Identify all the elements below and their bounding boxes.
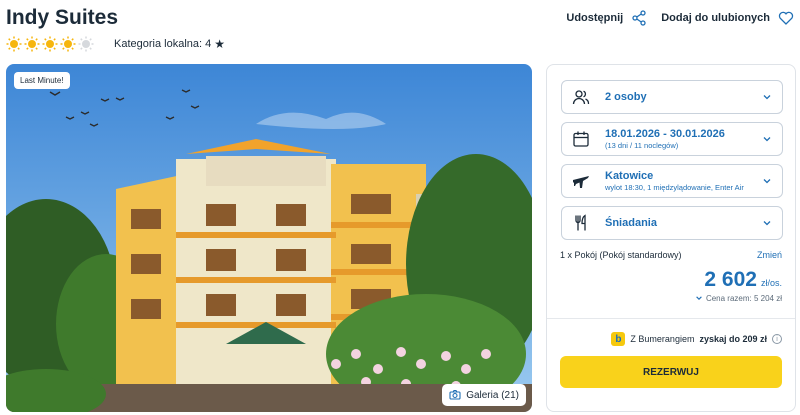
dates-value: 18.01.2026 - 30.01.2026 bbox=[605, 128, 725, 140]
star-icon: ★ bbox=[214, 37, 225, 51]
hotel-name: Indy Suites bbox=[6, 6, 119, 29]
divider bbox=[547, 318, 795, 319]
gallery-button[interactable]: Galeria (21) bbox=[442, 384, 526, 406]
dates-duration: (13 dni / 11 noclegów) bbox=[605, 141, 679, 150]
price-unit: zł/os. bbox=[760, 278, 782, 288]
travelers-value: 2 osoby bbox=[605, 91, 647, 103]
board-value: Śniadania bbox=[605, 217, 657, 229]
heart-icon bbox=[778, 11, 794, 25]
sun-icon bbox=[6, 36, 22, 52]
share-icon bbox=[632, 10, 646, 26]
hotel-building-image bbox=[6, 64, 532, 412]
bumerang-amount: zyskaj do 209 zł bbox=[699, 334, 767, 344]
bumerang-promo: b Z Bumerangiem zyskaj do 209 zł i bbox=[611, 332, 782, 346]
sun-icon bbox=[24, 36, 40, 52]
favorite-label: Dodaj do ulubionych bbox=[661, 12, 770, 24]
chevron-down-icon bbox=[696, 296, 702, 300]
calendar-icon bbox=[573, 131, 589, 147]
airplane-icon bbox=[573, 176, 589, 188]
people-icon bbox=[572, 90, 590, 105]
board-select[interactable]: Śniadania bbox=[561, 206, 783, 240]
sun-icon bbox=[60, 36, 76, 52]
bumerang-logo-icon: b bbox=[611, 332, 626, 346]
info-icon[interactable]: i bbox=[772, 334, 782, 344]
chevron-down-icon bbox=[763, 179, 771, 184]
bumerang-prefix: Z Bumerangiem bbox=[630, 334, 695, 344]
flight-select[interactable]: Katowice wylot 18:30, 1 międzylądowanie,… bbox=[561, 164, 783, 198]
chevron-down-icon bbox=[763, 221, 771, 226]
chevron-down-icon bbox=[763, 95, 771, 100]
price-per-person: 2 602 zł/os. bbox=[704, 268, 782, 292]
gallery-label: Galeria (21) bbox=[466, 389, 519, 401]
local-category: Kategoria lokalna: 4 ★ bbox=[114, 37, 225, 51]
share-button[interactable]: Udostępnij bbox=[566, 10, 647, 26]
total-price-text: Cena razem: 5 204 zł bbox=[705, 294, 782, 303]
local-category-text: Kategoria lokalna: 4 bbox=[114, 38, 212, 50]
chevron-down-icon bbox=[763, 137, 771, 142]
price-value: 2 602 bbox=[704, 268, 757, 291]
sun-empty-icon bbox=[78, 36, 94, 52]
book-button[interactable]: REZERWUJ bbox=[560, 356, 782, 388]
sun-icon bbox=[42, 36, 58, 52]
flight-details: wylot 18:30, 1 międzylądowanie, Enter Ai… bbox=[605, 183, 744, 192]
fork-knife-icon bbox=[575, 214, 586, 231]
favorite-button[interactable]: Dodaj do ulubionych bbox=[661, 10, 794, 26]
top-actions: Udostępnij Dodaj do ulubionych bbox=[566, 10, 794, 26]
share-label: Udostępnij bbox=[566, 12, 624, 24]
departure-city: Katowice bbox=[605, 170, 654, 182]
last-minute-badge: Last Minute! bbox=[14, 72, 70, 89]
camera-icon bbox=[449, 389, 461, 400]
dates-select[interactable]: 18.01.2026 - 30.01.2026 (13 dni / 11 noc… bbox=[561, 122, 783, 156]
room-type: 1 x Pokój (Pokój standardowy) bbox=[560, 250, 682, 260]
hotel-photo[interactable]: Last Minute! Galeria (21) bbox=[6, 64, 532, 412]
change-room-link[interactable]: Zmień bbox=[757, 250, 782, 260]
travelers-select[interactable]: 2 osoby bbox=[561, 80, 783, 114]
sun-rating bbox=[6, 36, 94, 52]
total-price[interactable]: Cena razem: 5 204 zł bbox=[695, 294, 782, 303]
